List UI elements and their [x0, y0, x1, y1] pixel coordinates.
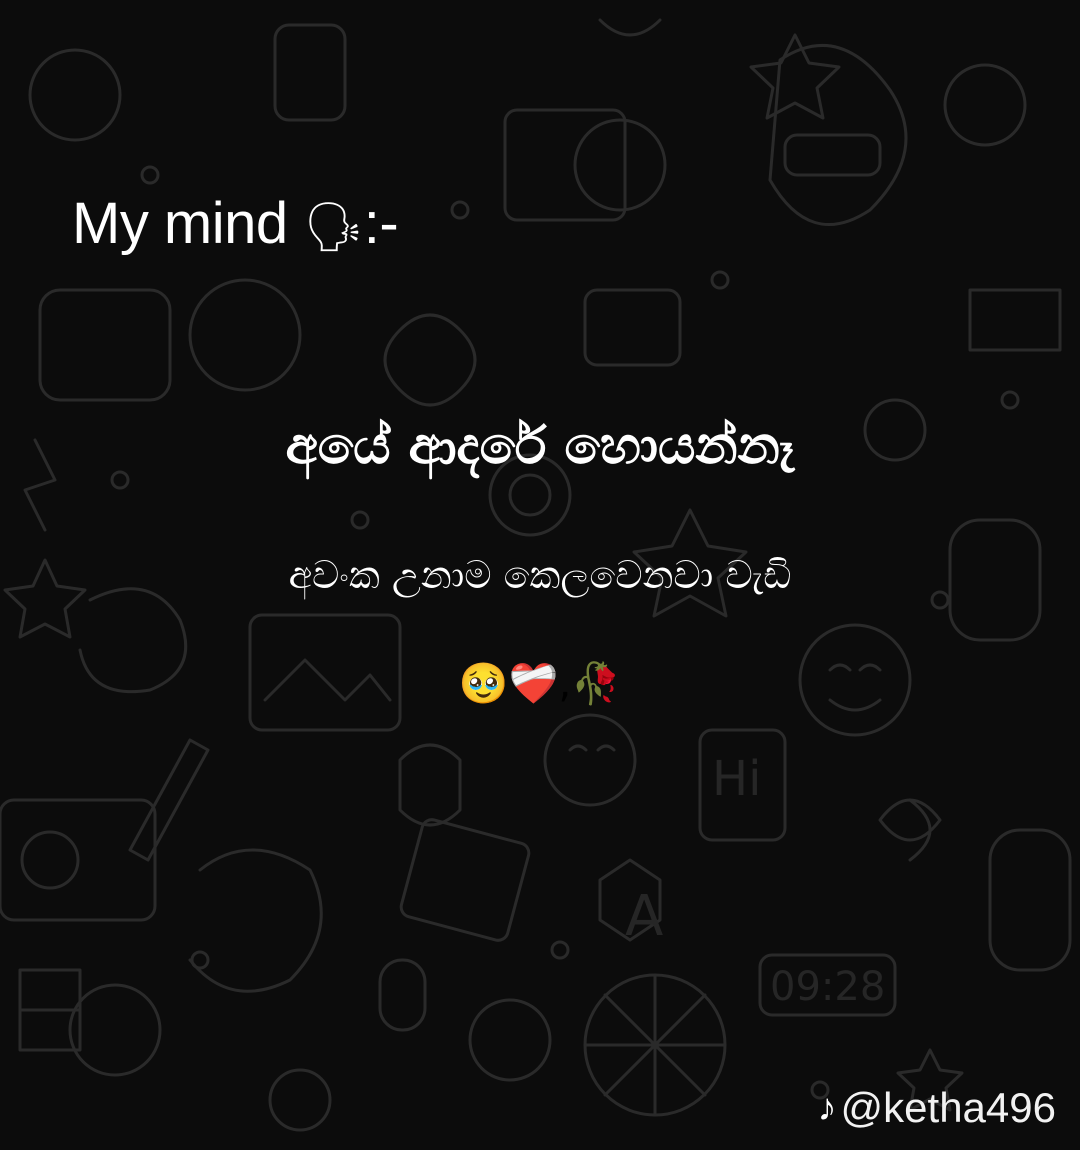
story-screen: Hi A 09:28 My mind 🗣:- අයේ ආදරේ හොයන්නෑ … [0, 0, 1080, 1150]
svg-text:A: A [625, 884, 663, 949]
heading-suffix: :- [363, 191, 399, 256]
watermark-handle: @ketha496 [840, 1084, 1056, 1131]
emoji-row: 🥹❤️‍🩹,🥀 [458, 661, 622, 707]
tiktok-watermark: ♪ @ketha496 [818, 1084, 1056, 1132]
svg-text:09:28: 09:28 [770, 964, 885, 1010]
speaking-head-emoji: 🗣 [303, 201, 364, 254]
main-quote-line: අයේ ආදරේ හොයන්නෑ [285, 416, 795, 476]
sub-quote-line: අවංක උනාම කෙලවෙනවා වැඩි [288, 553, 792, 597]
post-heading: My mind 🗣:- [72, 190, 399, 257]
heading-text: My mind [72, 191, 288, 256]
tiktok-icon: ♪ [817, 1086, 837, 1129]
svg-text:Hi: Hi [712, 751, 761, 807]
